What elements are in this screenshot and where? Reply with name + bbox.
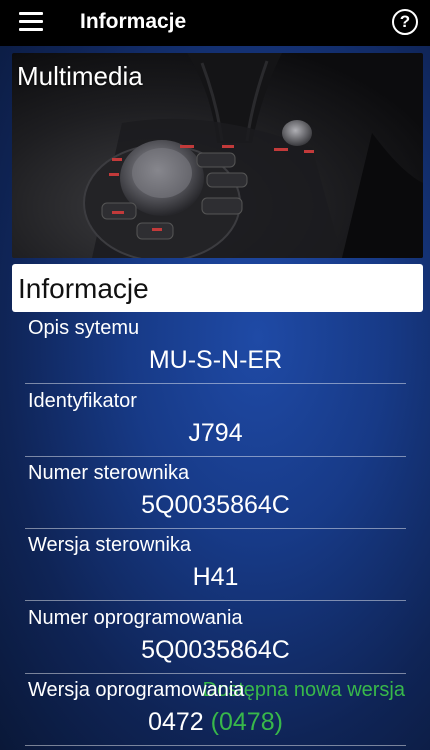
- current-version: 0472: [148, 708, 204, 736]
- info-row-controller-version: Wersja sterownika H41: [25, 528, 406, 601]
- banner-title: Multimedia: [17, 61, 143, 91]
- multimedia-banner: Multimedia: [12, 53, 423, 258]
- row-label: Opis sytemu: [28, 317, 140, 339]
- row-label: Numer oprogramowania: [28, 607, 243, 629]
- row-value-wrap: 0472 (0478): [25, 708, 406, 737]
- top-app-bar: Informacje ?: [0, 0, 430, 46]
- help-icon[interactable]: ?: [392, 9, 418, 35]
- row-value: H41: [192, 563, 239, 591]
- row-value: MU-S-N-ER: [148, 346, 283, 374]
- row-value: J794: [188, 419, 243, 447]
- row-value: 5Q0035864C: [141, 491, 290, 519]
- app-root: Informacje ? Multimedia Informacje Opis …: [0, 0, 430, 750]
- hamburger-menu-icon[interactable]: [19, 12, 43, 32]
- section-title: Informacje: [18, 273, 149, 304]
- row-label: Identyfikator: [28, 390, 137, 412]
- row-value: 5Q0035864C: [141, 636, 290, 664]
- info-row-system-description: Opis sytemu MU-S-N-ER: [25, 311, 406, 384]
- section-header: Informacje: [12, 264, 423, 312]
- new-version: (0478): [210, 708, 283, 736]
- row-label: Wersja sterownika: [28, 534, 192, 556]
- info-row-software-version[interactable]: Dostępna nowa wersja Wersja oprogramowan…: [25, 673, 406, 746]
- info-row-identifier: Identyfikator J794: [25, 384, 406, 457]
- row-label: Wersja oprogramowania: [28, 679, 245, 701]
- row-label: Numer sterownika: [28, 462, 190, 484]
- info-row-controller-number: Numer sterownika 5Q0035864C: [25, 456, 406, 529]
- info-row-software-number: Numer oprogramowania 5Q0035864C: [25, 601, 406, 674]
- page-title: Informacje: [80, 10, 187, 33]
